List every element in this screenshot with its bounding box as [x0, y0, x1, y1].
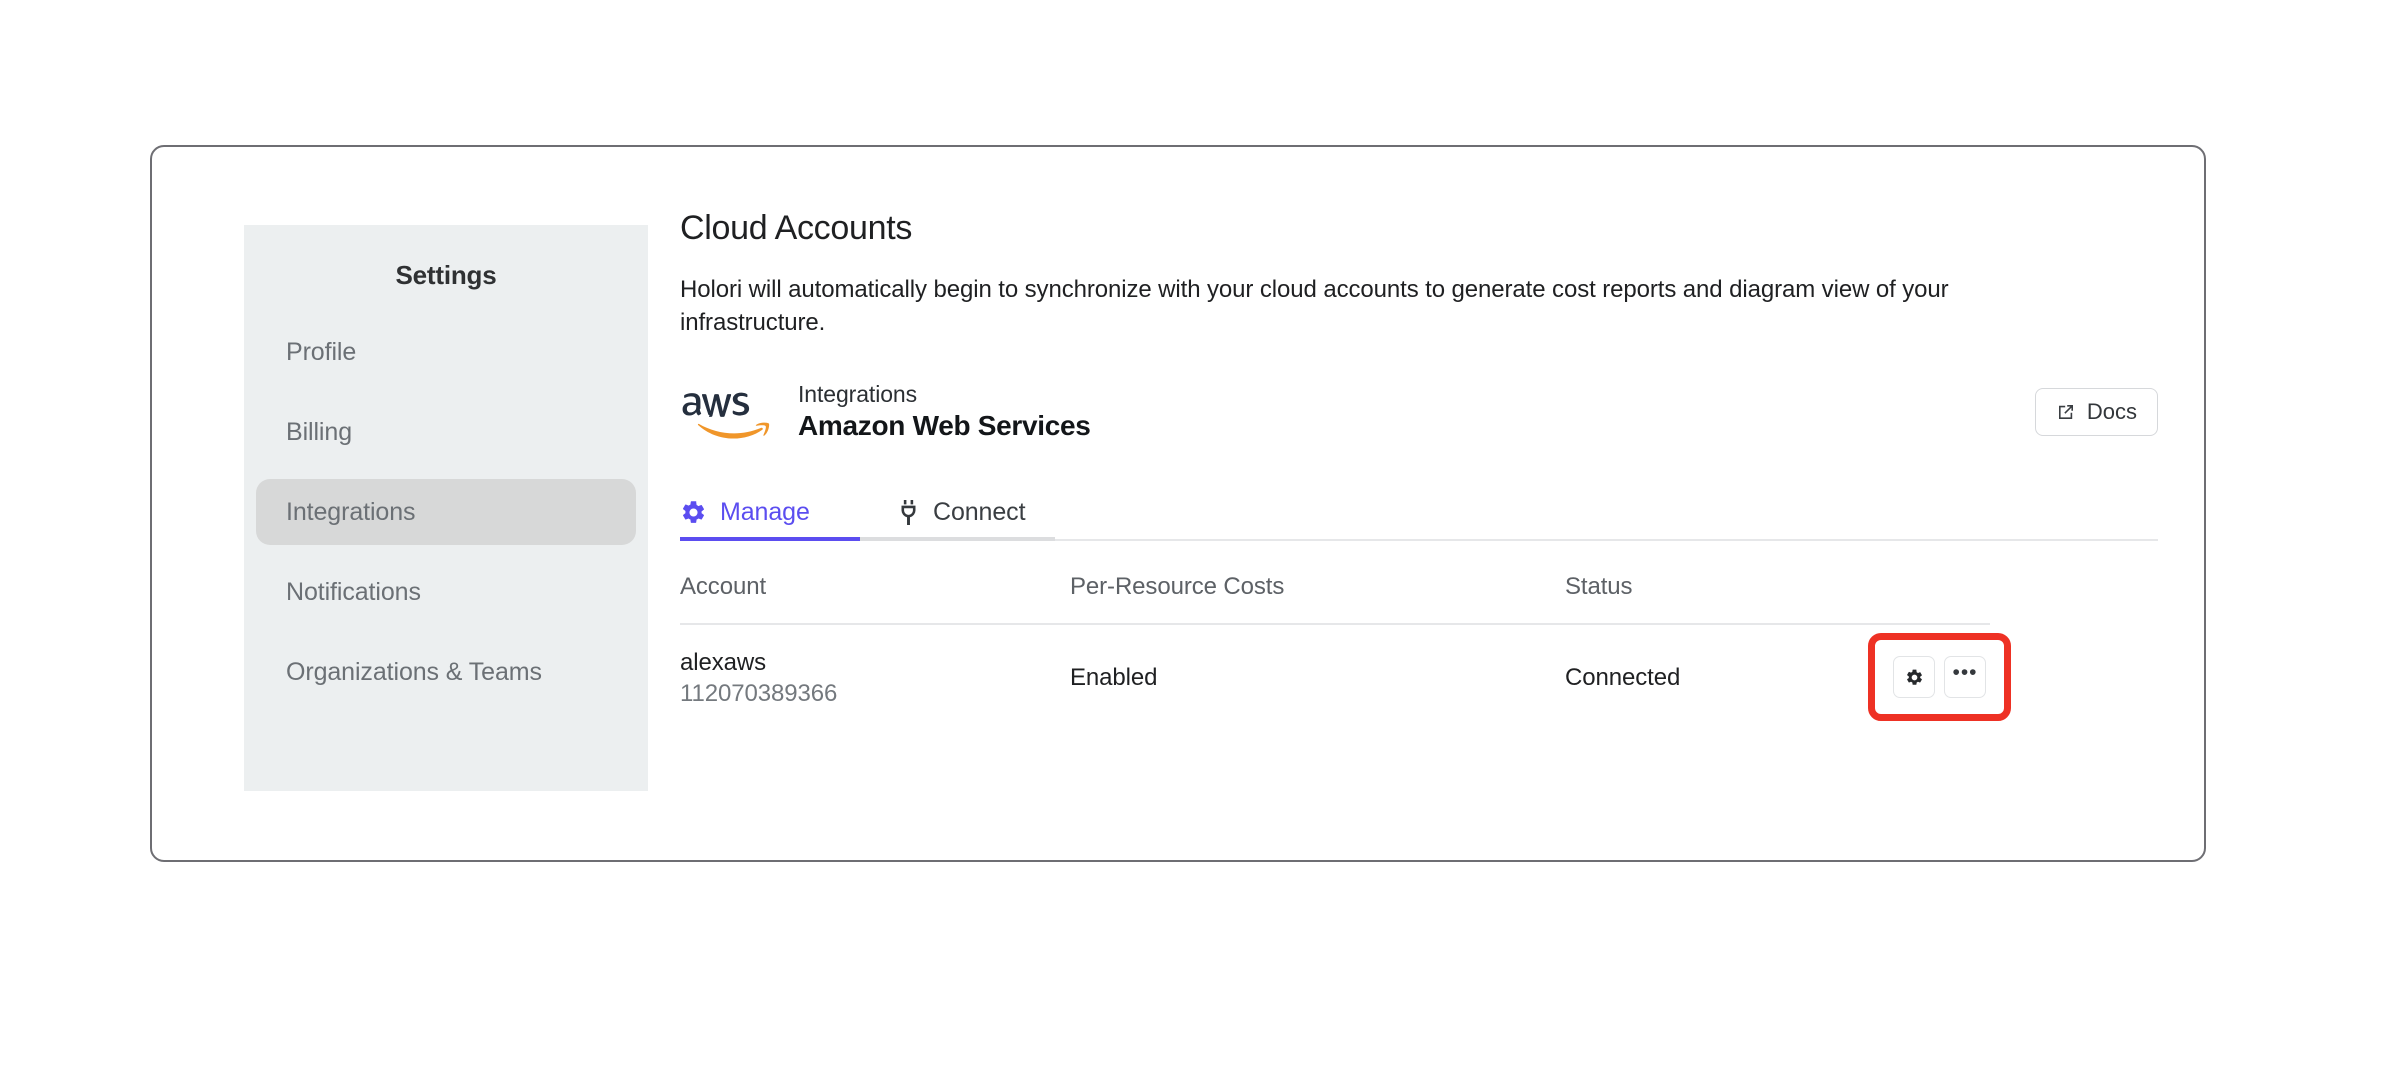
cell-account: alexaws 112070389366: [680, 647, 1070, 710]
tab-connect-label: Connect: [933, 498, 1026, 527]
sidebar-item-label: Notifications: [286, 577, 421, 606]
row-actions-highlight: •••: [1868, 633, 2011, 722]
ellipsis-icon: •••: [1952, 661, 1978, 685]
integration-kicker: Integrations: [798, 380, 917, 407]
plug-icon: [897, 499, 920, 526]
docs-button-label: Docs: [2086, 399, 2137, 425]
tab-connect[interactable]: Connect: [860, 498, 1045, 541]
sidebar-item-integrations[interactable]: Integrations: [256, 479, 636, 545]
settings-button[interactable]: [1893, 656, 1935, 699]
integration-tabs: Manage Connect: [680, 483, 2158, 542]
page-title: Cloud Accounts: [680, 209, 913, 247]
integration-name: Amazon Web Services: [798, 410, 1091, 442]
table-header-row: Account Per-Resource Costs Status: [680, 573, 1990, 626]
cloud-accounts-table: Account Per-Resource Costs Status alexaw…: [680, 573, 2011, 731]
sidebar-nav: Profile Billing Integrations Notificatio…: [244, 319, 648, 705]
gear-icon: [1905, 668, 1924, 687]
cell-per-resource-costs: Enabled: [1070, 664, 1158, 692]
column-header-status: Status: [1565, 573, 1633, 601]
sidebar-item-label: Billing: [286, 417, 352, 446]
sidebar-item-label: Integrations: [286, 497, 416, 526]
tab-manage-label: Manage: [720, 498, 810, 527]
account-id: 112070389366: [680, 680, 838, 708]
integration-header: Integrations Amazon Web Services Docs: [680, 379, 2158, 445]
tab-manage[interactable]: Manage: [680, 498, 860, 541]
integration-titles: Integrations Amazon Web Services: [798, 380, 1091, 445]
aws-logo: [680, 387, 772, 445]
table-row: alexaws 112070389366 Enabled Connected •…: [680, 625, 2011, 731]
gear-icon: [680, 499, 707, 526]
tabs-underline-active: [680, 537, 860, 542]
main-content: Cloud Accounts Holori will automatically…: [680, 209, 2158, 820]
docs-button[interactable]: Docs: [2034, 388, 2158, 437]
column-header-per-resource-costs: Per-Resource Costs: [1070, 573, 1285, 601]
more-options-button[interactable]: •••: [1944, 656, 1986, 699]
sidebar-title: Settings: [395, 260, 497, 290]
page-description: Holori will automatically begin to synch…: [680, 276, 1949, 336]
sidebar-item-billing[interactable]: Billing: [256, 399, 636, 465]
sidebar-item-label: Profile: [286, 337, 357, 366]
settings-sidebar: Settings Profile Billing Integrations No…: [244, 225, 648, 791]
settings-card: Settings Profile Billing Integrations No…: [150, 145, 2206, 862]
external-link-icon: [2056, 402, 2076, 422]
column-header-account: Account: [680, 573, 767, 601]
sidebar-item-label: Organizations & Teams: [286, 657, 542, 686]
sidebar-item-notifications[interactable]: Notifications: [256, 559, 636, 625]
sidebar-item-organizations-and-teams[interactable]: Organizations & Teams: [256, 639, 636, 705]
sidebar-item-profile[interactable]: Profile: [256, 319, 636, 385]
account-name: alexaws: [680, 648, 767, 676]
